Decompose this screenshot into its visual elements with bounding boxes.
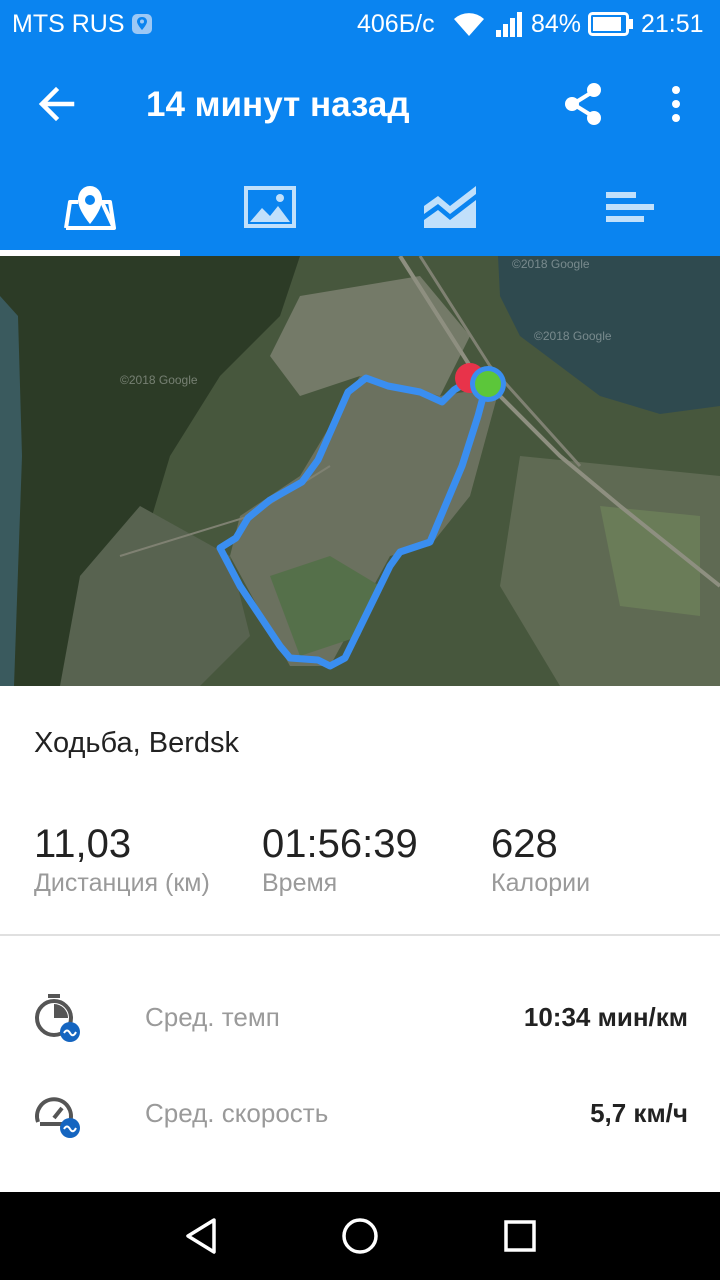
activity-title: Ходьба, Berdsk <box>34 727 239 759</box>
wifi-icon <box>452 10 486 45</box>
tab-map[interactable] <box>0 160 180 256</box>
stat-label: Время <box>262 869 338 897</box>
bars-icon <box>606 192 654 222</box>
detail-row-pace: Сред. темп 10:34 мин/км <box>0 980 720 1060</box>
detail-row-speed: Сред. скорость 5,7 км/ч <box>0 1076 720 1156</box>
map-pin-icon <box>64 186 116 230</box>
back-button[interactable] <box>30 78 82 130</box>
detail-value: 5,7 км/ч <box>590 1098 688 1128</box>
page-title: 14 минут назад <box>146 85 410 124</box>
tab-laps[interactable] <box>540 160 720 256</box>
share-icon <box>565 83 601 125</box>
nav-back-button[interactable] <box>178 1212 226 1260</box>
nav-recents-button[interactable] <box>496 1212 544 1260</box>
stat-value: 628 <box>491 822 558 866</box>
stopwatch-avg-icon <box>32 992 84 1044</box>
map-watermark: ©2018 Google <box>512 257 590 271</box>
signal-icon <box>494 10 526 45</box>
image-icon <box>244 186 296 228</box>
speedometer-avg-icon <box>32 1088 84 1140</box>
tab-charts[interactable] <box>360 160 540 256</box>
stat-time: 01:56:39 Время <box>262 822 418 898</box>
divider <box>0 934 720 936</box>
satellite-map: ©2018 Google ©2018 Google ©2018 Google <box>0 256 720 686</box>
network-speed: 406Б/с <box>357 10 435 38</box>
stat-value: 01:56:39 <box>262 822 418 866</box>
app-bar: 14 минут назад <box>0 48 720 256</box>
location-icon <box>131 13 153 42</box>
status-bar: MTS RUS 406Б/с 84% 21:51 <box>0 0 720 48</box>
map-watermark: ©2018 Google <box>120 373 198 387</box>
more-vert-icon <box>672 86 680 122</box>
circle-home-icon <box>342 1218 378 1254</box>
route-map[interactable]: ©2018 Google ©2018 Google ©2018 Google <box>0 256 720 686</box>
tab-photos[interactable] <box>180 160 360 256</box>
square-recents-icon <box>504 1220 536 1252</box>
triangle-back-icon <box>186 1218 216 1254</box>
system-nav-bar <box>0 1192 720 1280</box>
detail-value: 10:34 мин/км <box>523 1002 688 1032</box>
area-chart-icon <box>424 186 476 228</box>
more-options-button[interactable] <box>650 78 702 130</box>
map-watermark: ©2018 Google <box>534 329 612 343</box>
arrow-back-icon <box>38 86 75 122</box>
stat-calories: 628 Калории <box>491 822 590 898</box>
stat-distance: 11,03 Дистанция (км) <box>34 822 210 898</box>
stat-label: Калории <box>491 869 591 897</box>
end-marker <box>475 371 501 397</box>
carrier-name: MTS RUS <box>12 10 125 38</box>
detail-label: Сред. скорость <box>145 1098 329 1128</box>
clock: 21:51 <box>641 10 704 38</box>
battery-icon <box>588 12 634 43</box>
battery-percent: 84% <box>531 10 582 38</box>
stat-label: Дистанция (км) <box>34 869 210 897</box>
nav-home-button[interactable] <box>336 1212 384 1260</box>
detail-label: Сред. темп <box>145 1002 280 1032</box>
share-button[interactable] <box>558 78 610 130</box>
stat-value: 11,03 <box>34 822 132 866</box>
